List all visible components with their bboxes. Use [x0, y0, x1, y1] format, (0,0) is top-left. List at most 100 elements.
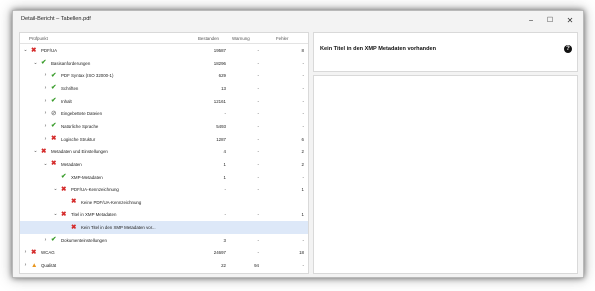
chevron-right-icon[interactable]: ›	[23, 262, 28, 268]
detail-header: Kein Titel in den XMP Metadaten vorhande…	[313, 32, 578, 72]
row-passed: -	[224, 187, 226, 193]
maximize-button[interactable]: ☐	[544, 15, 556, 26]
row-errors: 2	[301, 161, 304, 167]
chevron-down-icon[interactable]: ⌄	[53, 211, 58, 217]
row-passed: 1287	[216, 136, 226, 142]
row-errors: -	[302, 60, 304, 66]
chevron-right-icon[interactable]: ›	[23, 249, 28, 255]
tree-row[interactable]: › ⊘ Eingebettete Dateien - - -	[20, 107, 308, 120]
column-header-warnings[interactable]: Warnung	[232, 36, 250, 41]
row-errors: 1	[301, 187, 304, 193]
row-warnings: -	[257, 111, 259, 117]
row-errors: 8	[301, 48, 304, 53]
row-errors: -	[302, 263, 304, 269]
cross-icon: ✖	[61, 185, 67, 193]
chevron-down-icon[interactable]: ⌄	[43, 161, 48, 167]
tree-row[interactable]: › ✔ Schriften 13 - -	[20, 82, 308, 95]
help-icon[interactable]: ?	[564, 45, 572, 53]
row-passed: 1	[223, 174, 226, 180]
tree-row[interactable]: › ▲ Qualität 22 94 -	[20, 259, 308, 272]
row-passed: 12161	[213, 98, 226, 104]
cross-icon: ✖	[31, 46, 37, 54]
row-label: Inhalt	[61, 98, 72, 104]
chevron-right-icon[interactable]: ›	[43, 72, 48, 78]
check-icon: ✔	[61, 173, 67, 180]
row-label: Schriften	[61, 85, 79, 91]
detail-title: Kein Titel in den XMP Metadaten vorhande…	[320, 46, 437, 52]
row-label: Kein Titel in den XMP Metadaten vor...	[81, 225, 156, 231]
tree-header: Prüfpunkt Bestanden Warnung Fehler	[20, 33, 308, 44]
row-passed: 1	[223, 161, 226, 167]
row-warnings: -	[257, 250, 259, 256]
row-warnings: -	[257, 237, 259, 243]
row-label: Metadaten und Einstellungen	[51, 149, 108, 155]
tree-row[interactable]: › ✔ Dokumenteinstellungen 3 - -	[20, 234, 308, 247]
row-warnings: -	[257, 149, 259, 155]
row-passed: 19587	[213, 48, 226, 53]
tree-row[interactable]: › ✔ Inhalt 12161 - -	[20, 95, 308, 108]
row-warnings: -	[257, 187, 259, 193]
chevron-down-icon[interactable]: ⌄	[33, 148, 38, 154]
chevron-right-icon[interactable]: ›	[43, 98, 48, 104]
row-warnings: -	[257, 161, 259, 167]
chevron-down-icon[interactable]: ⌄	[53, 186, 58, 192]
check-tree-panel: Prüfpunkt Bestanden Warnung Fehler ⌄ ✖ PDF…	[19, 32, 309, 274]
tree-row[interactable]: ✖ Kein Titel in den XMP Metadaten vor...	[20, 221, 308, 234]
tree-row[interactable]: › ✔ Natürliche Sprache 5493 - -	[20, 120, 308, 133]
check-icon: ✔	[51, 71, 57, 79]
row-warnings: -	[257, 98, 259, 104]
row-warnings: -	[257, 73, 259, 79]
row-warnings: -	[257, 174, 259, 180]
tree-row[interactable]: ⌄ ✔ Basisanforderungen 18296 - -	[20, 57, 308, 70]
tree-row[interactable]: › ✖ WCAG 24697 - 18	[20, 246, 308, 259]
row-passed: 13	[221, 85, 226, 91]
cross-icon: ✖	[51, 160, 57, 168]
row-label: WCAG	[41, 250, 55, 256]
row-passed: 22	[221, 263, 226, 269]
tree-row[interactable]: ⌄ ✖ PDF/UA 19587 - 8	[20, 44, 308, 57]
cross-icon: ✖	[61, 210, 67, 218]
row-label: Natürliche Sprache	[61, 123, 99, 129]
window-title: Detail-Bericht – Tabellen.pdf	[21, 16, 91, 22]
row-warnings: -	[257, 123, 259, 129]
tree-row[interactable]: › ✖ Logische Struktur 1287 - 6	[20, 133, 308, 146]
column-header-passed[interactable]: Bestanden	[198, 36, 219, 41]
row-label: Keine PDF/UA-Kennzeichnung	[81, 199, 142, 205]
row-label: Dokumenteinstellungen	[61, 237, 107, 243]
close-button[interactable]: ✕	[564, 15, 576, 26]
cross-icon: ✖	[71, 223, 77, 231]
row-warnings: -	[257, 212, 259, 218]
minimize-button[interactable]: −	[525, 15, 537, 26]
check-icon: ✔	[51, 122, 57, 130]
row-errors: 6	[301, 136, 304, 142]
chevron-down-icon[interactable]: ⌄	[33, 60, 38, 66]
column-header-errors[interactable]: Fehler	[276, 36, 288, 41]
tree-row[interactable]: ⌄ ✖ PDF/UA-Kennzeichnung - - 1	[20, 183, 308, 196]
check-icon: ✔	[41, 59, 47, 67]
chevron-right-icon[interactable]: ›	[43, 136, 48, 142]
row-label: PDF/UA	[41, 48, 58, 53]
tree-row[interactable]: ⌄ ✖ Titel in XMP Metadaten - - 1	[20, 208, 308, 221]
row-errors: -	[302, 73, 304, 79]
tree-row[interactable]: ✔ XMP-Metadaten 1 - -	[20, 171, 308, 184]
chevron-right-icon[interactable]: ›	[43, 237, 48, 243]
tree-row[interactable]: ⌄ ✖ Metadaten 1 - 2	[20, 158, 308, 171]
chevron-right-icon[interactable]: ›	[43, 110, 48, 116]
row-passed: -	[224, 212, 226, 218]
row-errors: -	[302, 85, 304, 91]
row-label: Eingebettete Dateien	[61, 111, 103, 117]
title-bar: Detail-Bericht – Tabellen.pdf − ☐ ✕	[13, 11, 583, 31]
row-label: XMP-Metadaten	[71, 174, 103, 180]
row-errors: -	[302, 123, 304, 129]
chevron-right-icon[interactable]: ›	[43, 123, 48, 129]
tree-row[interactable]: › ✔ PDF Syntax (ISO 32000-1) 629 - -	[20, 69, 308, 82]
chevron-right-icon[interactable]: ›	[43, 85, 48, 91]
tree-row[interactable]: ✖ Keine PDF/UA-Kennzeichnung	[20, 196, 308, 209]
column-header-checkpoint[interactable]: Prüfpunkt	[29, 36, 48, 41]
row-errors: -	[302, 237, 304, 243]
row-warnings: -	[257, 85, 259, 91]
row-passed: 3	[223, 237, 226, 243]
tree-row[interactable]: ⌄ ✖ Metadaten und Einstellungen 4 - 2	[20, 145, 308, 158]
chevron-down-icon[interactable]: ⌄	[23, 47, 28, 53]
row-errors: -	[302, 111, 304, 117]
